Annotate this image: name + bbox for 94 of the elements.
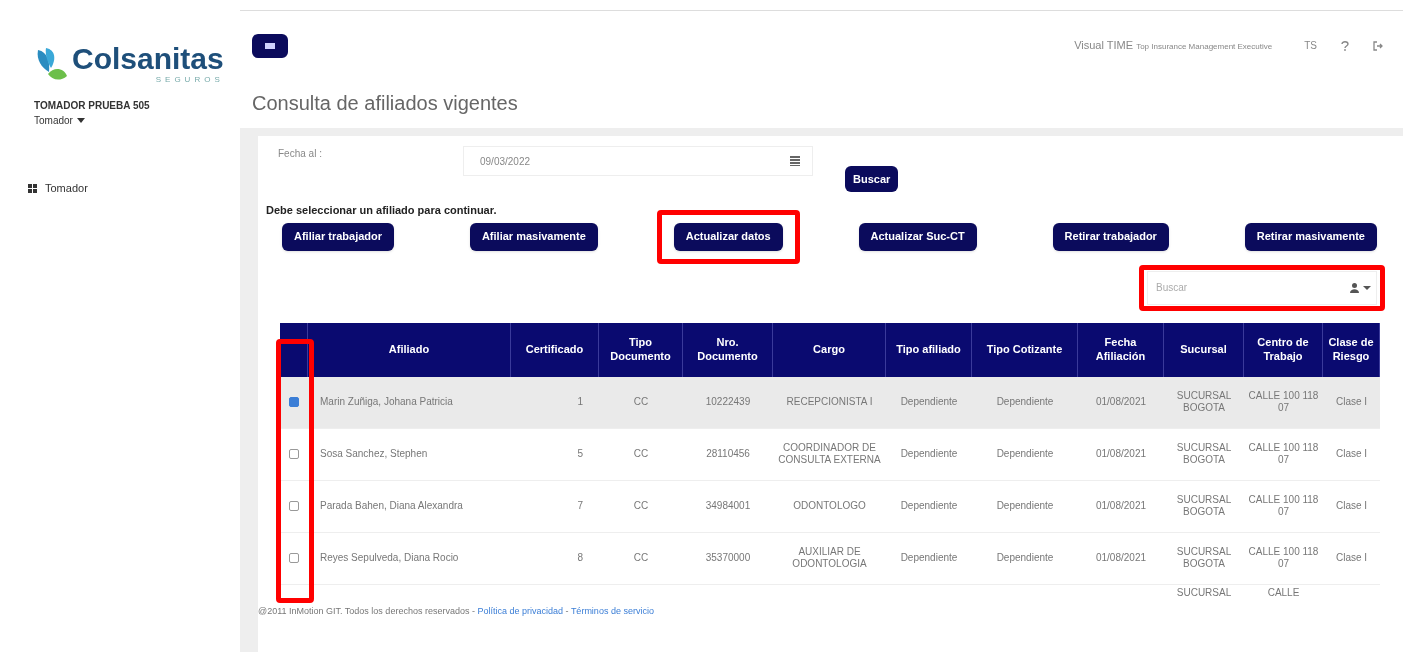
brand-tagline: SEGUROS <box>155 74 224 86</box>
table-cell: SUCURSAL BOGOTA <box>1176 441 1232 465</box>
table-cell: COORDINADOR DE CONSULTA EXTERNA <box>778 441 881 465</box>
table-cell: SUCURSAL BOGOTA <box>1176 493 1232 517</box>
table-cell: 8 <box>577 551 583 563</box>
date-label: Fecha al : <box>278 147 323 161</box>
table-cell: AUXILIAR DE ODONTOLOGIA <box>792 545 867 569</box>
table-cell: SUCURSAL BOGOTA <box>1176 545 1232 569</box>
table-cell: Clase I <box>1335 499 1368 511</box>
column-header[interactable]: Certificado <box>525 342 584 357</box>
logout-icon[interactable] <box>1373 40 1383 51</box>
action-button[interactable]: Actualizar datos <box>673 222 783 251</box>
table-cell: Clase I <box>1335 551 1368 563</box>
column-header[interactable]: Clase de Riesgo <box>1327 335 1375 364</box>
search-button[interactable]: Buscar <box>845 166 899 192</box>
notice-text: Debe seleccionar un afiliado para continuar. <box>266 203 498 218</box>
person-icon <box>1350 282 1359 293</box>
action-button[interactable]: Retirar trabajador <box>1052 222 1169 251</box>
table-cell: 10222439 <box>705 395 751 407</box>
action-button[interactable]: Retirar masivamente <box>1244 222 1377 251</box>
caret-icon <box>1363 285 1371 290</box>
columns-dropdown[interactable] <box>1350 282 1371 293</box>
column-header[interactable]: Tipo afiliado <box>896 342 961 357</box>
table-cell: CC <box>633 395 649 407</box>
table-cell: Dependiente <box>996 499 1054 511</box>
page-title: Consulta de afiliados vigentes <box>251 91 519 116</box>
table-cell: Sosa Sanchez, Stephen <box>320 447 428 459</box>
column-header[interactable]: Nro. Documento <box>687 335 768 364</box>
sidebar-item[interactable]: Tomador <box>28 180 240 197</box>
table-cell: Parada Bahen, Diana Alexandra <box>320 499 463 511</box>
table-cell: CALLE 100 118 07 <box>1248 441 1319 465</box>
table-cell: Dependiente <box>996 551 1054 563</box>
table-search-field[interactable]: Buscar <box>1147 270 1377 305</box>
row-checkbox[interactable] <box>289 501 299 511</box>
column-header[interactable]: Cargo <box>813 342 845 357</box>
table-cell: Dependiente <box>900 395 958 407</box>
table-cell: SUCURSAL <box>1176 586 1232 598</box>
row-checkbox[interactable] <box>289 397 299 407</box>
brand-name: Colsanitas <box>72 44 224 74</box>
table-cell: 1 <box>577 395 583 407</box>
action-button[interactable]: Afiliar masivamente <box>469 222 598 251</box>
user-name: TOMADOR PRUEBA 505 <box>34 99 151 113</box>
role-dropdown[interactable]: Tomador <box>34 113 85 128</box>
table-cell: ODONTOLOGO <box>793 499 866 511</box>
table-cell: CC <box>633 551 649 563</box>
table-cell: CALLE 100 118 07 <box>1248 493 1319 517</box>
column-header[interactable]: Centro de Trabajo <box>1248 335 1318 364</box>
table-cell: RECEPCIONISTA I <box>786 395 873 407</box>
column-header[interactable]: Tipo Documento <box>603 335 678 364</box>
row-checkbox[interactable] <box>289 449 299 459</box>
row-checkbox[interactable] <box>289 553 299 563</box>
table-cell: 01/08/2021 <box>1095 395 1147 407</box>
table-cell: Dependiente <box>996 395 1054 407</box>
column-header[interactable]: Tipo Cotizante <box>986 342 1063 357</box>
table-cell: CC <box>633 499 649 511</box>
action-button[interactable]: Actualizar Suc-CT <box>858 222 977 251</box>
table-cell: 7 <box>577 499 583 511</box>
footer-link[interactable]: Términos de servicio <box>570 605 654 616</box>
table-cell: Reyes Sepulveda, Diana Rocio <box>320 551 459 563</box>
product-title: Visual TIME Top Insurance Management Executive <box>1074 38 1273 54</box>
column-header[interactable]: Afiliado <box>388 342 430 357</box>
user-initials: TS <box>1304 39 1317 53</box>
table-cell: Clase I <box>1335 395 1368 407</box>
table-cell: SUCURSAL BOGOTA <box>1176 389 1232 413</box>
table-cell: Dependiente <box>900 551 958 563</box>
grid-icon <box>28 183 37 193</box>
table-cell: CALLE 100 118 07 <box>1248 389 1319 413</box>
copyright-text: @2011 InMotion GIT. Todos los derechos reservados <box>258 605 470 616</box>
table-cell: Dependiente <box>996 447 1054 459</box>
action-button[interactable]: Afiliar trabajador <box>282 222 395 251</box>
footer-link[interactable]: Política de privacidad <box>477 605 563 616</box>
help-icon[interactable] <box>1341 40 1349 51</box>
table-cell: Dependiente <box>900 499 958 511</box>
table-cell: 28110456 <box>706 447 750 459</box>
table-cell: 34984001 <box>705 499 751 511</box>
separator-text: - <box>564 605 570 616</box>
table-cell: CC <box>633 447 649 459</box>
table-cell: 01/08/2021 <box>1095 447 1147 459</box>
table-cell: CALLE <box>1267 586 1300 598</box>
column-header[interactable]: Fecha Afiliación <box>1082 335 1159 364</box>
separator-text: - <box>470 605 476 616</box>
table-cell: 01/08/2021 <box>1095 551 1147 563</box>
table-cell: 5 <box>577 447 583 459</box>
caret-icon <box>76 118 85 123</box>
table-cell: Clase I <box>1335 447 1368 459</box>
date-field[interactable]: 09/03/2022 <box>463 146 813 176</box>
table-cell: 01/08/2021 <box>1095 499 1147 511</box>
menu-toggle-button[interactable] <box>252 33 288 58</box>
table-cell: 35370000 <box>705 551 751 563</box>
calendar-icon[interactable] <box>790 156 800 166</box>
table-cell: Dependiente <box>900 447 958 459</box>
table-cell: CALLE 100 118 07 <box>1248 545 1319 569</box>
column-header[interactable]: Sucursal <box>1180 342 1227 357</box>
table-cell: Marin Zuñiga, Johana Patricia <box>320 395 453 407</box>
